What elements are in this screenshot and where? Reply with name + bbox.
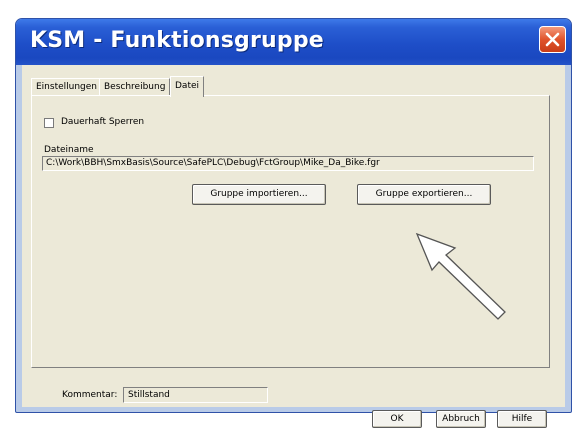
- tab-label: Beschreibung: [104, 82, 166, 92]
- import-group-button[interactable]: Gruppe importieren...: [192, 184, 326, 205]
- tab-einstellungen[interactable]: Einstellungen: [31, 78, 103, 96]
- export-group-button-label: Gruppe exportieren...: [375, 189, 473, 199]
- cancel-button[interactable]: Abbruch: [436, 410, 486, 428]
- help-button[interactable]: Hilfe: [497, 410, 547, 428]
- dialog-window: KSM - Funktionsgruppe Einstellungen Besc…: [15, 18, 572, 428]
- tab-panel-datei: Dauerhaft Sperren Dateiname C:\Work\BBH\…: [31, 95, 550, 368]
- window-title: KSM - Funktionsgruppe: [30, 28, 324, 53]
- ok-button-label: OK: [390, 414, 404, 424]
- ok-button[interactable]: OK: [372, 410, 422, 428]
- dialog-client-area: Einstellungen Beschreibung Datei Dauerha…: [22, 65, 565, 428]
- filename-field: C:\Work\BBH\SmxBasis\Source\SafePLC\Debu…: [42, 156, 534, 171]
- tab-label: Einstellungen: [36, 82, 98, 92]
- filename-label: Dateiname: [44, 145, 94, 155]
- lock-checkbox-label: Dauerhaft Sperren: [61, 117, 145, 127]
- close-button[interactable]: [539, 26, 566, 53]
- close-icon: [545, 32, 560, 47]
- export-group-button[interactable]: Gruppe exportieren...: [357, 184, 491, 205]
- import-group-button-label: Gruppe importieren...: [210, 189, 308, 199]
- comment-field[interactable]: Stillstand: [123, 387, 268, 403]
- tab-beschreibung[interactable]: Beschreibung: [99, 78, 171, 96]
- help-button-label: Hilfe: [511, 414, 533, 424]
- pointer-arrow-annotation: [415, 232, 506, 320]
- lock-checkbox[interactable]: [44, 118, 54, 128]
- cancel-button-label: Abbruch: [442, 414, 480, 424]
- comment-label: Kommentar:: [62, 390, 118, 400]
- title-bar[interactable]: KSM - Funktionsgruppe: [16, 19, 571, 65]
- tab-datei[interactable]: Datei: [170, 76, 205, 97]
- tab-label: Datei: [175, 81, 200, 91]
